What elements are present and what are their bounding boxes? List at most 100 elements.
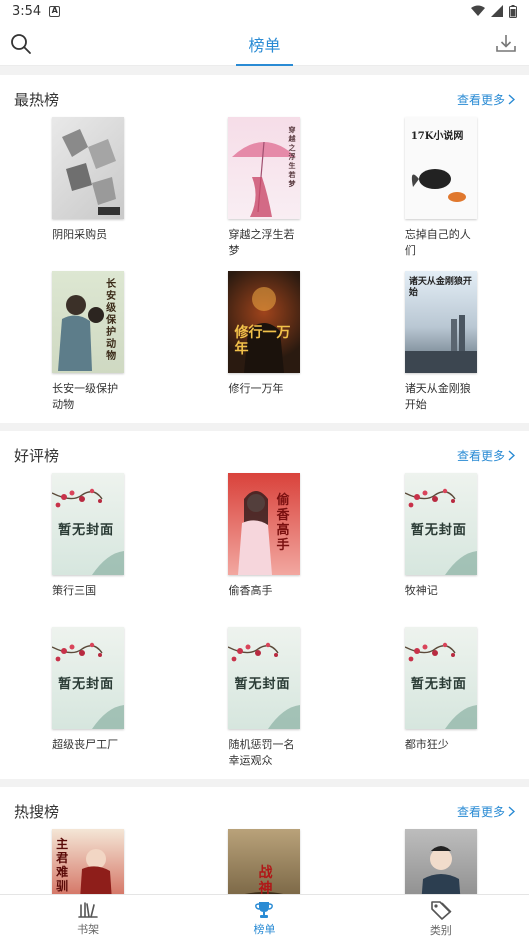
book-cover[interactable] — [52, 117, 125, 219]
book-item[interactable]: 战神 — [176, 829, 352, 894]
tab-rankings[interactable]: 榜单 — [176, 895, 352, 942]
tab-category[interactable]: 类别 — [353, 895, 529, 942]
book-title: 都市狂少 — [404, 738, 449, 751]
chevron-right-icon — [508, 805, 515, 817]
view-more-link[interactable]: 查看更多 — [457, 91, 515, 108]
view-more-label: 查看更多 — [456, 804, 505, 819]
tab-bookshelf-label: 书架 — [77, 922, 100, 936]
book-title: 诸天从金刚狼开始 — [404, 382, 471, 411]
section-title: 热搜榜 — [14, 802, 60, 821]
book-title: 阴阳采购员 — [52, 228, 108, 241]
signal-icon — [491, 5, 503, 17]
book-cover[interactable]: 17K小说网 — [404, 117, 477, 219]
section-header: 热搜榜 查看更多 — [0, 799, 529, 823]
book-cover[interactable]: 李社长 — [404, 829, 477, 894]
section-title: 好评榜 — [14, 446, 60, 465]
section-header: 好评榜 查看更多 — [0, 443, 529, 467]
book-item[interactable]: 修行一万年 修行一万年 — [176, 271, 352, 413]
book-cover[interactable]: 暂无封面 — [52, 473, 125, 575]
book-title: 策行三国 — [52, 584, 97, 597]
book-title: 随机惩罚一名幸运观众 — [228, 738, 295, 767]
ranking-section: 最热榜 查看更多 阴阳采购员 穿越之浮生若梦 穿越之浮生若梦 17K小说网 忘掉… — [0, 75, 529, 423]
ranking-list[interactable]: 最热榜 查看更多 阴阳采购员 穿越之浮生若梦 穿越之浮生若梦 17K小说网 忘掉… — [0, 67, 529, 894]
page-title[interactable]: 榜单 — [236, 32, 293, 66]
city-illustration — [404, 315, 477, 373]
status-time: 3:54 — [12, 3, 42, 19]
battery-icon — [509, 4, 517, 18]
download-icon[interactable] — [495, 32, 517, 54]
tab-rankings-label: 榜单 — [253, 922, 276, 936]
bookshelf-icon — [78, 901, 98, 918]
book-item[interactable]: 17K小说网 忘掉自己的人们 — [353, 117, 529, 259]
notification-a-icon: A — [49, 5, 61, 17]
trophy-icon — [255, 901, 274, 918]
book-cover[interactable]: 暂无封面 — [404, 473, 477, 575]
wifi-icon — [471, 5, 485, 16]
book-grid: 暂无封面 策行三国 偷香高手 偷香高手 暂无封面 牧神记 暂无封面 超级丧尸工厂… — [0, 467, 529, 769]
book-cover[interactable]: 暂无封面 — [404, 627, 477, 729]
book-cover[interactable]: 修行一万年 — [228, 271, 301, 373]
cover-placeholder-text: 暂无封面 — [234, 677, 291, 692]
cover-title-text: 穿越之浮生若梦 — [288, 125, 296, 188]
book-item[interactable]: 偷香高手 偷香高手 — [176, 473, 352, 615]
young-man-illustration — [421, 846, 460, 894]
cover-placeholder-text: 暂无封面 — [410, 523, 467, 538]
status-bar: 3:54 A — [0, 0, 529, 22]
book-item[interactable]: 暂无封面 牧神记 — [353, 473, 529, 615]
book-item[interactable]: 穿越之浮生若梦 穿越之浮生若梦 — [176, 117, 352, 259]
ranking-section: 热搜榜 查看更多 主君难驯 战神 — [0, 787, 529, 894]
book-title: 忘掉自己的人们 — [404, 228, 471, 257]
book-item[interactable]: 暂无封面 随机惩罚一名幸运观众 — [176, 627, 352, 769]
book-cover[interactable]: 偷香高手 — [228, 473, 301, 575]
section-header: 最热榜 查看更多 — [0, 87, 529, 111]
book-title: 长安一级保护动物 — [52, 382, 119, 411]
tab-bookshelf[interactable]: 书架 — [0, 895, 176, 942]
view-more-label: 查看更多 — [456, 92, 505, 107]
book-title: 穿越之浮生若梦 — [228, 228, 295, 257]
chevron-right-icon — [508, 93, 515, 105]
book-cover[interactable]: 暂无封面 — [228, 627, 301, 729]
view-more-label: 查看更多 — [456, 448, 505, 463]
view-more-link[interactable]: 查看更多 — [457, 803, 515, 820]
book-title: 超级丧尸工厂 — [52, 738, 119, 751]
tag-icon — [431, 900, 452, 920]
book-item[interactable]: 长安级保护动物 长安一级保护动物 — [0, 271, 176, 413]
book-cover[interactable]: 暂无封面 — [52, 627, 125, 729]
book-cover[interactable]: 穿越之浮生若梦 — [228, 117, 301, 219]
ranking-section: 好评榜 查看更多 暂无封面 策行三国 偷香高手 偷香高手 暂无封面 牧神记 暂无… — [0, 431, 529, 779]
book-title: 偷香高手 — [228, 584, 273, 597]
search-icon[interactable] — [10, 33, 32, 55]
chevron-right-icon — [508, 449, 515, 461]
geometric-illustration — [62, 129, 121, 215]
book-grid: 阴阳采购员 穿越之浮生若梦 穿越之浮生若梦 17K小说网 忘掉自己的人们 长安级… — [0, 111, 529, 413]
cover-title-text: 偷香高手 — [276, 493, 290, 553]
book-item[interactable]: 诸天从金刚狼开始 诸天从金刚狼开始 — [353, 271, 529, 413]
cover-placeholder-text: 暂无封面 — [58, 677, 115, 692]
cover-title-text: 修行一万年 — [234, 325, 291, 357]
book-grid: 主君难驯 战神 李社长 — [0, 823, 529, 894]
top-app-bar: 榜单 — [0, 22, 529, 66]
cover-title-text: 战神 — [258, 865, 273, 894]
book-cover[interactable]: 战神 — [228, 829, 301, 894]
book-title: 修行一万年 — [228, 382, 284, 395]
cover-placeholder-text: 暂无封面 — [58, 523, 115, 538]
view-more-link[interactable]: 查看更多 — [457, 447, 515, 464]
book-item[interactable]: 李社长 — [353, 829, 529, 894]
book-item[interactable]: 暂无封面 都市狂少 — [353, 627, 529, 769]
warrior-illustration — [244, 287, 285, 373]
cover-title-text: 长安级保护动物 — [106, 279, 117, 362]
book-item[interactable]: 暂无封面 策行三国 — [0, 473, 176, 615]
section-title: 最热榜 — [14, 90, 60, 109]
book-cover[interactable]: 诸天从金刚狼开始 — [404, 271, 477, 373]
book-cover[interactable]: 长安级保护动物 — [52, 271, 125, 373]
book-item[interactable]: 暂无封面 超级丧尸工厂 — [0, 627, 176, 769]
cover-placeholder-text: 暂无封面 — [410, 677, 467, 692]
status-icons — [471, 4, 517, 18]
book-cover[interactable]: 主君难驯 — [52, 829, 125, 894]
book-title: 牧神记 — [404, 584, 438, 597]
book-item[interactable]: 主君难驯 — [0, 829, 176, 894]
bottom-navigation: 书架 榜单 类别 — [0, 894, 529, 942]
cover-title-text: 主君难驯 — [56, 837, 69, 893]
goldfish-illustration — [411, 169, 466, 202]
book-item[interactable]: 阴阳采购员 — [0, 117, 176, 259]
